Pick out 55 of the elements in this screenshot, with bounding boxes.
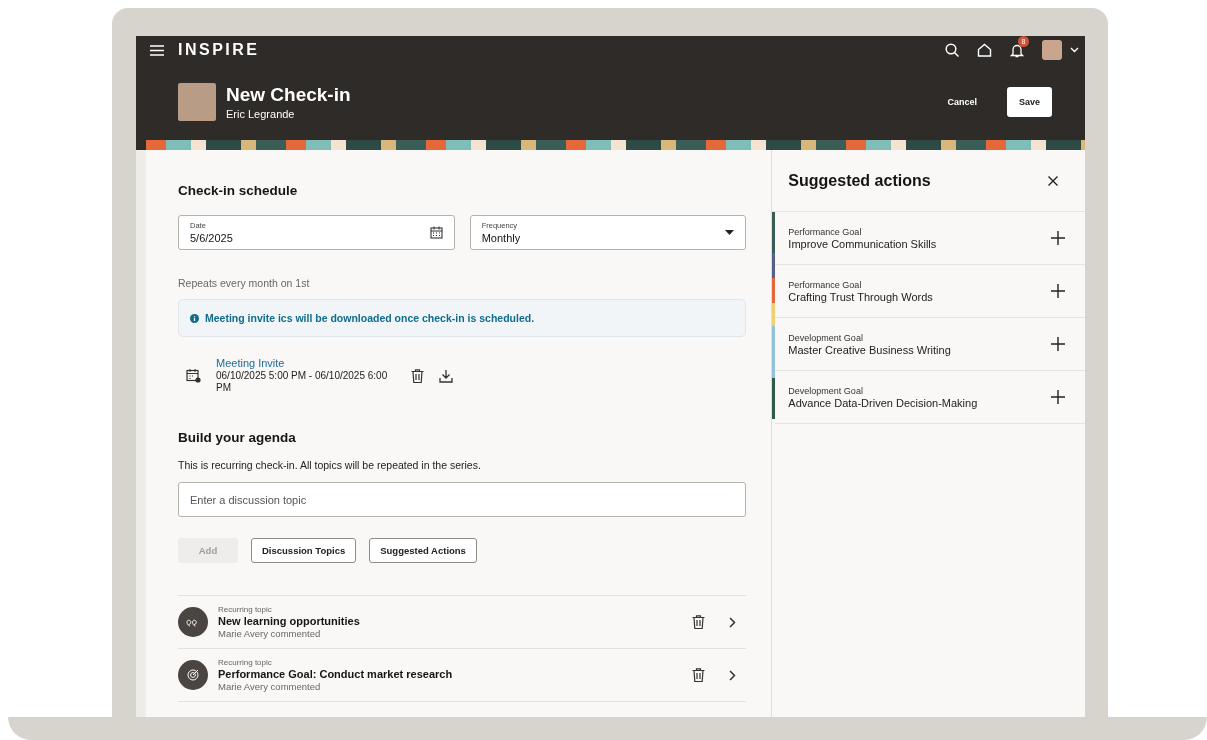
plus-icon[interactable] [1051, 337, 1065, 351]
search-icon[interactable] [945, 43, 959, 57]
topic-title: Performance Goal: Conduct market research [218, 668, 454, 680]
goal-title: Crafting Trust Through Words [788, 290, 933, 303]
page-title: New Check-in [226, 84, 351, 106]
chevron-down-icon[interactable] [1070, 47, 1079, 53]
goal-category: Development Goal [788, 385, 864, 396]
profile-photo-placeholder [178, 83, 216, 121]
field-value: 5/6/2025 [190, 232, 233, 244]
topic-input-field[interactable]: Enter a discussion topic [178, 482, 747, 517]
plus-icon[interactable] [1051, 284, 1065, 298]
home-icon[interactable] [977, 43, 992, 57]
target-icon [178, 660, 208, 690]
chevron-right-icon[interactable] [729, 616, 737, 628]
meeting-invite-link[interactable]: Meeting Invite [216, 357, 396, 369]
trash-icon[interactable] [411, 368, 424, 383]
app-logo: INSPIRE [178, 41, 260, 59]
calendar-icon[interactable] [429, 226, 443, 239]
section-heading: Check-in schedule [178, 183, 299, 198]
info-message: Meeting invite ics will be downloaded once check-in is scheduled. [205, 312, 535, 324]
download-icon[interactable] [439, 368, 453, 383]
section-heading: Build your agenda [178, 430, 297, 445]
meeting-time: 06/10/2025 5:00 PM - 06/10/2025 6:00 PM [216, 370, 389, 394]
recurring-note: This is recurring check-in. All topics will be repeated in the series. [178, 459, 482, 471]
chevron-right-icon[interactable] [729, 669, 737, 681]
topic-meta: Marie Avery commented [218, 681, 322, 692]
topic-meta: Marie Avery commented [218, 628, 322, 639]
repeat-note: Repeats every month on 1st [178, 277, 311, 289]
bell-icon[interactable] [1010, 42, 1024, 58]
plus-icon[interactable] [1051, 390, 1065, 404]
employee-name: Eric Legrande [226, 108, 296, 120]
calendar-clock-icon [186, 368, 201, 383]
topic-title: New learning opportunities [218, 615, 361, 627]
goal-title: Improve Communication Skills [788, 237, 937, 250]
cancel-button[interactable]: Cancel [935, 87, 989, 117]
goal-category: Development Goal [788, 332, 864, 343]
trash-icon[interactable] [692, 615, 706, 629]
info-icon [190, 313, 199, 323]
goal-category: Performance Goal [788, 226, 863, 237]
topic-caption: Recurring topic [218, 605, 273, 614]
menu-icon[interactable] [150, 44, 164, 56]
goal-title: Master Creative Business Writing [788, 343, 951, 356]
trash-icon[interactable] [692, 668, 706, 682]
plus-icon[interactable] [1051, 231, 1065, 245]
agenda-button[interactable]: Suggested Actions [369, 538, 477, 563]
save-button[interactable]: Save [1006, 87, 1052, 117]
caret-down-icon[interactable] [725, 230, 735, 235]
close-icon[interactable] [1048, 175, 1058, 186]
field-value: Monthly [481, 232, 521, 244]
goal-category: Performance Goal [788, 279, 863, 290]
agenda-button[interactable]: Discussion Topics [251, 538, 357, 563]
topic-caption: Recurring topic [218, 658, 273, 667]
panel-title: Suggested actions [788, 171, 931, 190]
goal-title: Advance Data-Driven Decision-Making [788, 396, 978, 409]
quote-icon [178, 607, 208, 637]
